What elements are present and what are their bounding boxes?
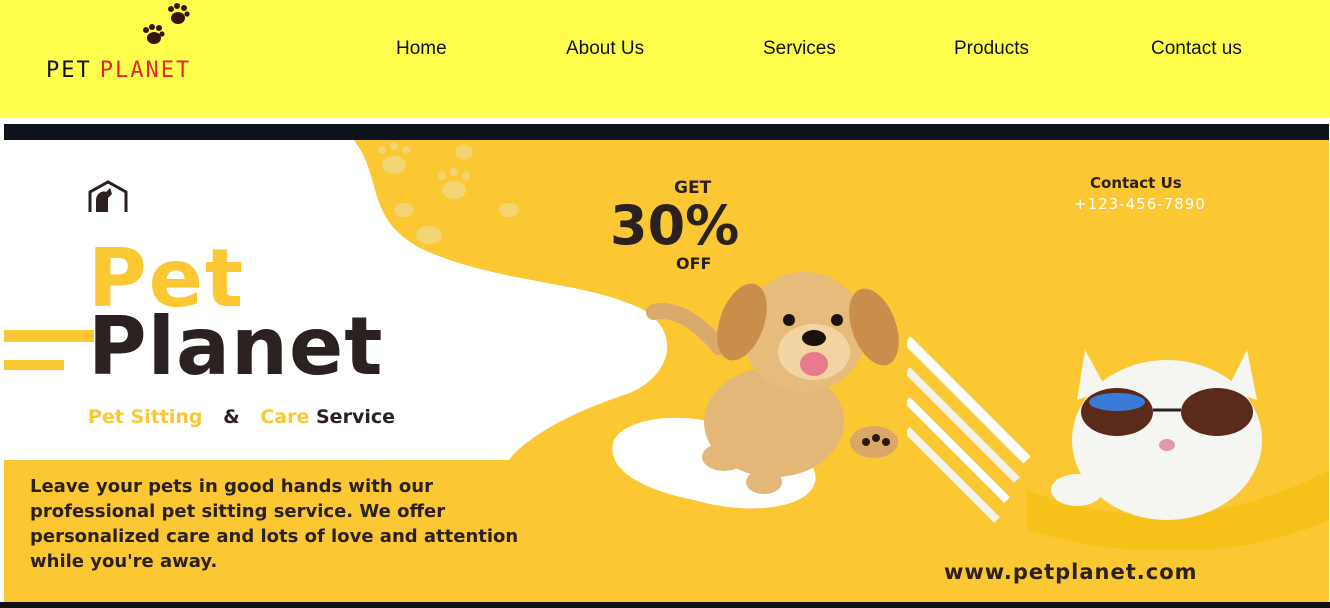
nav-about-us[interactable]: About Us <box>566 38 644 60</box>
tagline-pet-sitting: Pet Sitting <box>88 406 203 428</box>
nav-products[interactable]: Products <box>954 38 1029 60</box>
website-url[interactable]: www.petplanet.com <box>944 560 1198 584</box>
banner-top-bar <box>4 124 1329 140</box>
cat-hammock-image <box>907 330 1329 550</box>
banner-tagline: Pet Sitting & Care Service <box>88 406 395 428</box>
tagline-amp: & <box>223 406 240 428</box>
nav-contact-us[interactable]: Contact us <box>1151 38 1242 60</box>
banner-description: Leave your pets in good hands with our p… <box>30 476 519 572</box>
tagline-care: Care <box>260 406 310 428</box>
offer-percent: 30% <box>610 194 740 257</box>
nav-services[interactable]: Services <box>763 38 836 60</box>
tagline-service: Service <box>316 406 395 428</box>
site-header: PET PLANET Home About Us Services Product… <box>0 0 1330 118</box>
contact-title: Contact Us <box>1090 174 1182 192</box>
pet-house-icon <box>88 180 128 212</box>
banner-title-planet: Planet <box>88 300 384 393</box>
main-nav: Home About Us Services Products Contact … <box>0 38 1330 68</box>
page-bottom-strip <box>0 602 1330 608</box>
contact-phone[interactable]: +123-456-7890 <box>1074 195 1206 213</box>
nav-home[interactable]: Home <box>396 38 447 60</box>
promo-banner: Pet Planet Pet Sitting & Care Service Le… <box>4 140 1329 602</box>
puppy-image <box>646 272 899 494</box>
faint-paw-prints-icon <box>378 142 519 244</box>
